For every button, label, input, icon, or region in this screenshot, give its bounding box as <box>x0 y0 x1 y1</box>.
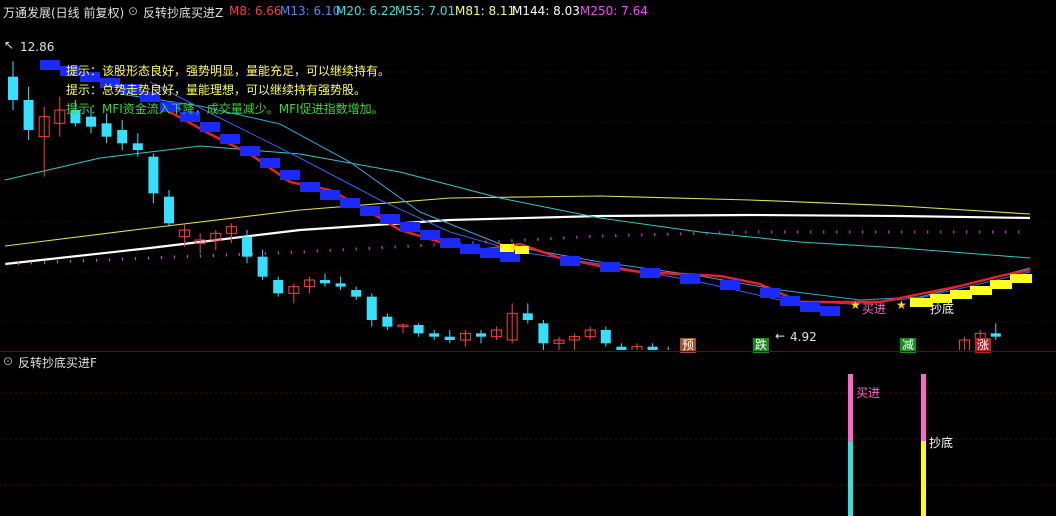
candle-body-down <box>429 333 440 337</box>
candle-body-down <box>647 346 658 350</box>
indicator-header: 万通发展(日线 前复权) ⊙ 反转抄底买进Z M8: 6.66 M13: 6.1… <box>0 0 1056 22</box>
candle-body-down <box>242 236 252 257</box>
trend-band-block <box>760 288 780 298</box>
ma-m20: M20: 6.22 <box>336 4 397 18</box>
trend-band-block <box>420 230 440 240</box>
candle-body-down <box>101 123 112 137</box>
ma-m81: M81: 8.11 <box>455 4 516 18</box>
stock-title[interactable]: 万通发展(日线 前复权) <box>3 4 124 21</box>
candle-body-down <box>257 256 268 277</box>
candle-body-down <box>273 280 284 294</box>
high-price-label: 12.86 <box>20 40 55 54</box>
trend-band-block <box>340 198 360 208</box>
ma-m250: M250: 7.64 <box>580 4 648 18</box>
trend-band-block <box>240 146 260 156</box>
trend-band-block <box>440 238 460 248</box>
buy-signal-label: 买进 <box>862 302 887 316</box>
candle-body-down <box>538 323 549 344</box>
uptrend-band-block <box>950 290 972 299</box>
candle-body-down <box>335 283 346 287</box>
hint-line-3: 提示：MFI资金流入下降，成交量减少。MFI促进指数增加。 <box>66 102 384 116</box>
trend-band-block <box>40 60 60 70</box>
candle-body-down <box>23 100 34 130</box>
candle-body-down <box>444 336 455 340</box>
trend-band-block <box>480 248 500 258</box>
candle-body-down <box>132 143 143 150</box>
mid-star-icon: ★ <box>508 240 519 254</box>
hint-line-1: 提示：该股形态良好，强势明显，量能充足，可以继续持有。 <box>66 64 391 78</box>
trend-band-block <box>320 190 340 200</box>
uptrend-band-block <box>1010 274 1032 283</box>
bottom-signal-label: 抄底 <box>930 302 955 316</box>
bottom-bar-top <box>921 374 926 441</box>
candle-body-down <box>616 346 627 350</box>
candle-body-down <box>600 330 611 344</box>
trend-band-block <box>200 122 220 132</box>
bottom-signal-star-icon: ★ <box>896 298 907 312</box>
trend-band-block <box>780 296 800 306</box>
trend-band-block <box>800 302 820 312</box>
ma-m55: M55: 7.01 <box>395 4 456 18</box>
candle-body-down <box>476 333 486 337</box>
candle-body-down <box>382 316 393 327</box>
trend-band-block <box>820 306 840 316</box>
trend-band-block <box>220 134 240 144</box>
ma20-line <box>119 93 1031 301</box>
ma-m144: M144: 8.03 <box>512 4 580 18</box>
grid-lines <box>0 392 1056 486</box>
sub-settings-icon[interactable]: ⊙ <box>3 354 13 368</box>
ma8-line <box>169 110 1031 304</box>
uptrend-band-block <box>970 286 992 295</box>
trend-band-block <box>680 274 700 284</box>
trend-band-block <box>460 244 480 254</box>
candle-body-down <box>164 196 174 224</box>
high-price-arrow: ↖ <box>4 38 15 52</box>
trend-band-block <box>280 170 300 180</box>
ma81-line <box>4 195 1031 247</box>
candle-body-down <box>148 156 159 194</box>
candle-body-down <box>990 333 1001 337</box>
candle-body-down <box>320 280 330 284</box>
bottom-bar-bottom <box>921 441 926 516</box>
candle-body-down <box>8 76 18 100</box>
buy-bar-bottom <box>848 442 853 516</box>
sub-indicator-chart[interactable] <box>0 369 1056 516</box>
candle-body-down <box>522 313 533 320</box>
trend-band-block <box>300 182 320 192</box>
sub-buy-label: 买进 <box>856 386 881 400</box>
buy-bar-top <box>848 374 853 442</box>
trend-band-block <box>400 222 420 232</box>
uptrend-band-block <box>910 298 932 307</box>
candle-body-down <box>86 116 96 127</box>
candle-body-down <box>117 130 128 144</box>
candle-body-down <box>366 296 377 320</box>
trend-band-block <box>360 206 380 216</box>
indicator-name[interactable]: 反转抄底买进Z <box>143 4 223 21</box>
candle-body-down <box>413 325 424 334</box>
trend-band-block <box>380 214 400 224</box>
ma-m13: M13: 6.10 <box>280 4 341 18</box>
trend-band-block <box>260 158 280 168</box>
low-price-arrow: ← <box>775 329 786 343</box>
sub-bottom-label: 抄底 <box>929 436 954 450</box>
trend-band-block <box>600 262 620 272</box>
low-price-label: 4.92 <box>790 330 817 344</box>
panel-divider[interactable] <box>0 351 1056 352</box>
trend-band-block <box>720 280 740 290</box>
hint-line-2: 提示：总势走势良好，量能理想，可以继续持有强势股。 <box>66 83 367 97</box>
ma-m8: M8: 6.66 <box>229 4 282 18</box>
candle-body-down <box>351 290 362 297</box>
trend-band-block <box>640 268 660 278</box>
trend-band-block <box>560 256 580 266</box>
buy-signal-star-icon: ★ <box>850 298 861 312</box>
uptrend-band-block <box>990 280 1012 289</box>
indicator-settings-icon[interactable]: ⊙ <box>128 4 138 18</box>
